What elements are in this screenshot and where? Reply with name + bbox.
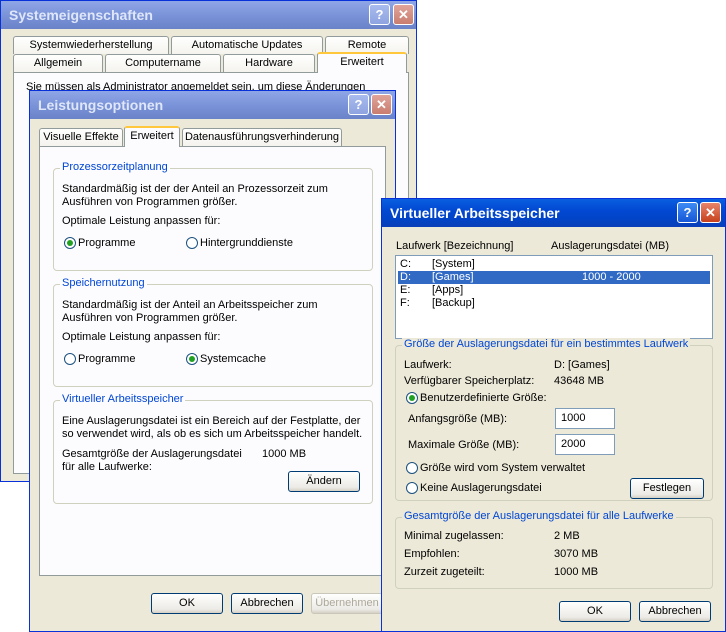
tab-visuelle-effekte[interactable]: Visuelle Effekte (39, 128, 123, 146)
tab-automatische-updates[interactable]: Automatische Updates (171, 36, 323, 54)
radio-label[interactable]: Systemcache (200, 353, 266, 365)
group-title: Größe der Auslagerungsdatei für ein best… (402, 338, 691, 350)
list-item[interactable]: F: [Backup] (398, 297, 710, 310)
total-label: für alle Laufwerke: (62, 461, 152, 473)
radio-system-managed[interactable] (406, 462, 418, 474)
description: Ausführen von Programmen größer. (62, 196, 238, 208)
virtual-memory-group: Virtueller Arbeitsspeicher Eine Auslager… (53, 393, 373, 504)
list-item-selected[interactable]: D: [Games] 1000 - 2000 (398, 271, 710, 284)
processor-scheduling-group: Prozessorzeitplanung Standardmäßig ist d… (53, 161, 373, 271)
window-title: Systemeigenschaften (9, 7, 153, 23)
tab-erweitert[interactable]: Erweitert (317, 52, 407, 73)
tab-hardware[interactable]: Hardware (223, 54, 315, 72)
radio-no-pagefile[interactable] (406, 482, 418, 494)
recommended-label: Empfohlen: (404, 548, 460, 560)
drive-label: Laufwerk: (404, 359, 452, 371)
description: Eine Auslagerungsdatei ist ein Bereich a… (62, 415, 361, 427)
total-value: 1000 MB (262, 448, 307, 460)
radio-label[interactable]: Programme (78, 237, 135, 249)
description: Ausführen von Programmen größer. (62, 312, 238, 324)
tab-systemwiederherstellung[interactable]: Systemwiederherstellung (13, 36, 169, 54)
radio-programs[interactable] (64, 237, 76, 249)
close-icon[interactable]: ✕ (700, 202, 721, 223)
performance-options-window: Leistungsoptionen ? ✕ Visuelle Effekte E… (29, 90, 396, 632)
virtual-memory-window: Virtueller Arbeitsspeicher ? ✕ Laufwerk … (381, 198, 726, 632)
free-space-label: Verfügbarer Speicherplatz: (404, 375, 535, 387)
radio-custom-size[interactable] (406, 392, 418, 404)
total-label: Gesamtgröße der Auslagerungsdatei (62, 448, 242, 460)
ok-button[interactable]: OK (559, 601, 631, 622)
tab-erweitert[interactable]: Erweitert (124, 126, 180, 147)
initial-size-label: Anfangsgröße (MB): (408, 413, 508, 425)
performance-advanced-panel: Prozessorzeitplanung Standardmäßig ist d… (39, 146, 386, 576)
radio-label[interactable]: Keine Auslagerungsdatei (420, 482, 542, 494)
help-icon[interactable]: ? (348, 94, 369, 115)
description: Standardmäßig ist der Anteil an Arbeitss… (62, 299, 318, 311)
adjust-label: Optimale Leistung anpassen für: (62, 331, 221, 343)
current-label: Zurzeit zugeteilt: (404, 566, 485, 578)
virtual-memory-titlebar[interactable]: Virtueller Arbeitsspeicher ? ✕ (382, 199, 725, 227)
system-properties-titlebar[interactable]: Systemeigenschaften ? ✕ (1, 1, 416, 29)
description: Standardmäßig ist der der Anteil an Proz… (62, 183, 328, 195)
radio-label[interactable]: Programme (78, 353, 135, 365)
window-title: Leistungsoptionen (38, 97, 164, 113)
window-title: Virtueller Arbeitsspeicher (390, 205, 560, 221)
cancel-button[interactable]: Abbrechen (639, 601, 711, 622)
help-icon[interactable]: ? (677, 202, 698, 223)
apply-button[interactable]: Übernehmen (311, 593, 383, 614)
performance-options-titlebar[interactable]: Leistungsoptionen ? ✕ (30, 91, 395, 119)
initial-size-input[interactable]: 1000 (555, 408, 615, 429)
group-title: Speichernutzung (60, 277, 147, 289)
group-title: Gesamtgröße der Auslagerungsdatei für al… (402, 510, 676, 522)
drive-value: D: [Games] (554, 359, 610, 371)
list-item[interactable]: E: [Apps] (398, 284, 710, 297)
radio-label[interactable]: Größe wird vom System verwaltet (420, 462, 585, 474)
radio-system-cache[interactable] (186, 353, 198, 365)
drive-pagefile-size-group: Größe der Auslagerungsdatei für ein best… (395, 338, 713, 501)
max-size-input[interactable]: 2000 (555, 434, 615, 455)
drive-list[interactable]: C: [System] D: [Games] 1000 - 2000 E: [A… (395, 255, 713, 339)
close-icon[interactable]: ✕ (371, 94, 392, 115)
max-size-label: Maximale Größe (MB): (408, 439, 520, 451)
adjust-label: Optimale Leistung anpassen für: (62, 215, 221, 227)
tab-datenausfuehrungsverhinderung[interactable]: Datenausführungsverhinderung (182, 128, 342, 146)
tab-computername[interactable]: Computername (105, 54, 221, 72)
close-icon[interactable]: ✕ (393, 4, 414, 25)
set-button[interactable]: Festlegen (630, 478, 704, 499)
list-item[interactable]: C: [System] (398, 258, 710, 271)
recommended-value: 3070 MB (554, 548, 599, 560)
min-allowed-value: 2 MB (554, 530, 580, 542)
radio-label[interactable]: Benutzerdefinierte Größe: (420, 392, 547, 404)
min-allowed-label: Minimal zugelassen: (404, 530, 504, 542)
tab-allgemein[interactable]: Allgemein (13, 54, 103, 72)
column-header-pagefile: Auslagerungsdatei (MB) (551, 240, 670, 252)
radio-label[interactable]: Hintergrunddienste (200, 237, 293, 249)
group-title: Prozessorzeitplanung (60, 161, 170, 173)
group-title: Virtueller Arbeitsspeicher (60, 393, 186, 405)
cancel-button[interactable]: Abbrechen (231, 593, 303, 614)
total-pagefile-group: Gesamtgröße der Auslagerungsdatei für al… (395, 510, 713, 589)
column-header-drive: Laufwerk [Bezeichnung] (396, 240, 514, 252)
free-space-value: 43648 MB (554, 375, 605, 387)
help-icon[interactable]: ? (369, 4, 390, 25)
radio-background-services[interactable] (186, 237, 198, 249)
description: so verwendet wird, als ob es sich um Arb… (62, 428, 363, 440)
memory-usage-group: Speichernutzung Standardmäßig ist der An… (53, 277, 373, 387)
ok-button[interactable]: OK (151, 593, 223, 614)
current-value: 1000 MB (554, 566, 599, 578)
change-button[interactable]: Ändern (288, 471, 360, 492)
radio-programs[interactable] (64, 353, 76, 365)
